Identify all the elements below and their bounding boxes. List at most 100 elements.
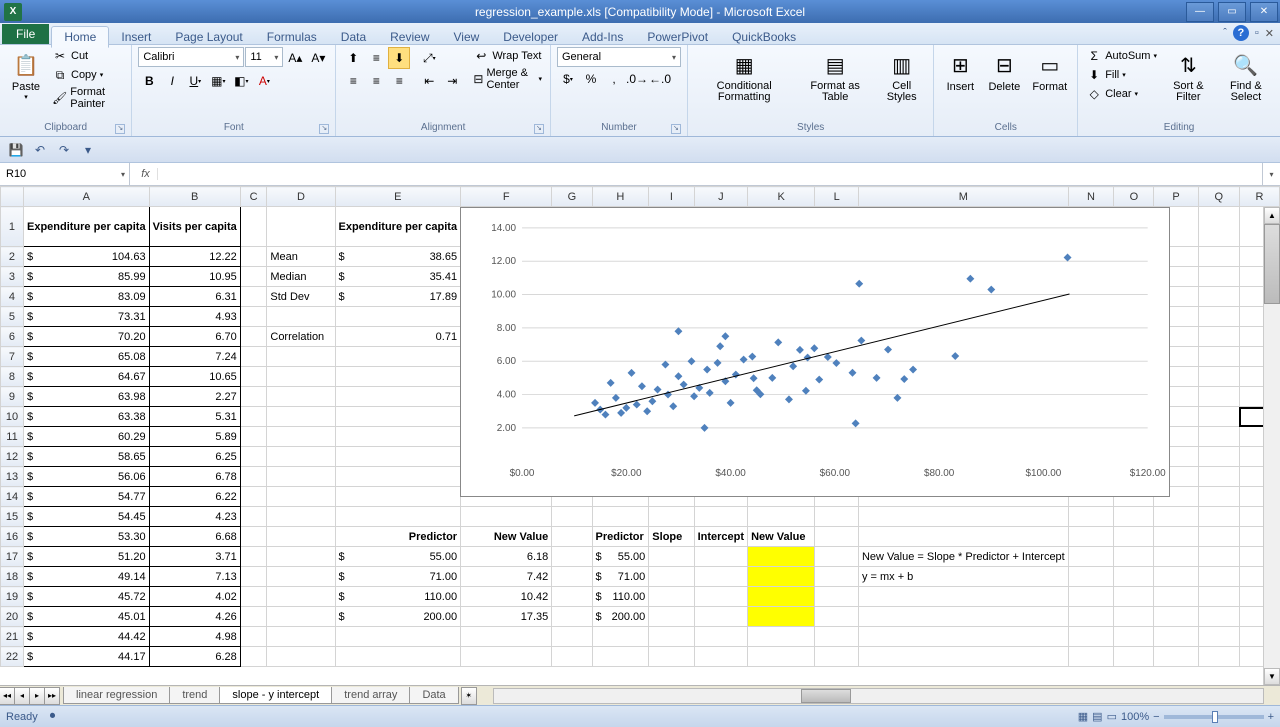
cell[interactable]: 71.00 xyxy=(592,567,649,587)
cell[interactable] xyxy=(335,367,461,387)
align-top-button[interactable]: ⬆ xyxy=(342,47,364,69)
cell[interactable] xyxy=(815,607,859,627)
cell[interactable]: 54.77 xyxy=(23,487,149,507)
cell[interactable]: y = mx + b xyxy=(858,567,1068,587)
cell[interactable] xyxy=(1198,367,1239,387)
cell[interactable]: Median xyxy=(267,267,335,287)
cell[interactable]: 6.25 xyxy=(149,447,240,467)
cell[interactable]: 0.71 xyxy=(335,327,461,347)
cell[interactable] xyxy=(267,387,335,407)
cell[interactable] xyxy=(267,627,335,647)
cell[interactable] xyxy=(1154,647,1198,667)
cell[interactable] xyxy=(552,627,592,647)
cell[interactable] xyxy=(461,507,552,527)
cell[interactable]: Slope xyxy=(649,527,694,547)
cell[interactable] xyxy=(1198,287,1239,307)
cell[interactable]: Visits per capita xyxy=(149,207,240,247)
cell[interactable] xyxy=(267,607,335,627)
row-header[interactable]: 11 xyxy=(1,427,24,447)
row-header[interactable]: 16 xyxy=(1,527,24,547)
sort-filter-button[interactable]: ⇅Sort & Filter xyxy=(1163,47,1214,105)
cell[interactable]: 64.67 xyxy=(23,367,149,387)
grow-font-button[interactable]: A▴ xyxy=(284,47,306,69)
cell[interactable]: 6.70 xyxy=(149,327,240,347)
file-tab[interactable]: File xyxy=(2,24,49,44)
col-header[interactable]: B xyxy=(149,187,240,207)
cell[interactable]: 55.00 xyxy=(592,547,649,567)
cell[interactable] xyxy=(815,647,859,667)
cell[interactable] xyxy=(240,447,267,467)
cell[interactable] xyxy=(1198,587,1239,607)
row-header[interactable]: 8 xyxy=(1,367,24,387)
cell[interactable] xyxy=(1198,647,1239,667)
col-header[interactable]: N xyxy=(1068,187,1114,207)
insert-cells-button[interactable]: ⊞Insert xyxy=(940,47,980,95)
find-select-button[interactable]: 🔍Find & Select xyxy=(1218,47,1274,105)
cell[interactable]: 10.65 xyxy=(149,367,240,387)
cell[interactable] xyxy=(240,627,267,647)
row-header[interactable]: 1 xyxy=(1,207,24,247)
cell[interactable] xyxy=(1068,507,1114,527)
cell[interactable] xyxy=(1154,607,1198,627)
zoom-level[interactable]: 100% xyxy=(1121,711,1149,723)
cell[interactable] xyxy=(1154,547,1198,567)
horizontal-scrollbar[interactable] xyxy=(493,688,1264,704)
cell[interactable] xyxy=(240,247,267,267)
ribbon-tab-formulas[interactable]: Formulas xyxy=(255,27,329,47)
first-sheet-button[interactable]: ◂◂ xyxy=(0,687,15,705)
cell[interactable] xyxy=(267,487,335,507)
cell[interactable] xyxy=(1068,547,1114,567)
align-center-button[interactable]: ≡ xyxy=(365,70,387,92)
cell[interactable] xyxy=(267,367,335,387)
shrink-font-button[interactable]: A▾ xyxy=(307,47,329,69)
dialog-launcher[interactable]: ↘ xyxy=(319,124,329,134)
sheet-tab[interactable]: trend array xyxy=(331,687,410,704)
align-bottom-button[interactable]: ⬇ xyxy=(388,47,410,69)
cell[interactable] xyxy=(1198,567,1239,587)
col-header[interactable]: M xyxy=(858,187,1068,207)
undo-button[interactable]: ↶ xyxy=(30,140,50,160)
cell[interactable] xyxy=(552,647,592,667)
cell[interactable]: 4.26 xyxy=(149,607,240,627)
cell[interactable] xyxy=(461,627,552,647)
cell[interactable] xyxy=(1068,627,1114,647)
name-box[interactable]: R10▾ xyxy=(0,163,130,185)
cell[interactable]: Correlation xyxy=(267,327,335,347)
cell[interactable] xyxy=(748,567,815,587)
cell[interactable] xyxy=(240,267,267,287)
cell[interactable] xyxy=(1198,447,1239,467)
cell[interactable] xyxy=(815,627,859,647)
qat-customize[interactable]: ▾ xyxy=(78,140,98,160)
ribbon-tab-insert[interactable]: Insert xyxy=(109,27,163,47)
cell[interactable]: 10.42 xyxy=(461,587,552,607)
cell[interactable] xyxy=(1068,567,1114,587)
cell[interactable]: New Value = Slope * Predictor + Intercep… xyxy=(858,547,1068,567)
ribbon-tab-add-ins[interactable]: Add-Ins xyxy=(570,27,635,47)
row-header[interactable]: 17 xyxy=(1,547,24,567)
cell[interactable] xyxy=(1114,587,1154,607)
col-header[interactable]: I xyxy=(649,187,694,207)
cell[interactable]: 110.00 xyxy=(335,587,461,607)
cell[interactable] xyxy=(240,547,267,567)
cell[interactable] xyxy=(335,427,461,447)
cell[interactable] xyxy=(335,407,461,427)
maximize-button[interactable]: ▭ xyxy=(1218,2,1246,22)
italic-button[interactable]: I xyxy=(161,70,183,92)
cell[interactable] xyxy=(694,607,747,627)
cell[interactable]: 5.31 xyxy=(149,407,240,427)
cell[interactable]: 6.78 xyxy=(149,467,240,487)
cell[interactable]: 17.89 xyxy=(335,287,461,307)
row-header[interactable]: 21 xyxy=(1,627,24,647)
cell[interactable] xyxy=(240,567,267,587)
delete-cells-button[interactable]: ⊟Delete xyxy=(984,47,1024,95)
cell[interactable] xyxy=(1198,427,1239,447)
cell[interactable]: 7.24 xyxy=(149,347,240,367)
cell[interactable] xyxy=(552,607,592,627)
cell[interactable] xyxy=(649,627,694,647)
cell[interactable] xyxy=(1198,627,1239,647)
ribbon-tab-data[interactable]: Data xyxy=(329,27,378,47)
cell[interactable]: 104.63 xyxy=(23,247,149,267)
cell[interactable] xyxy=(1198,407,1239,427)
cell[interactable] xyxy=(1114,547,1154,567)
cell[interactable]: 73.31 xyxy=(23,307,149,327)
